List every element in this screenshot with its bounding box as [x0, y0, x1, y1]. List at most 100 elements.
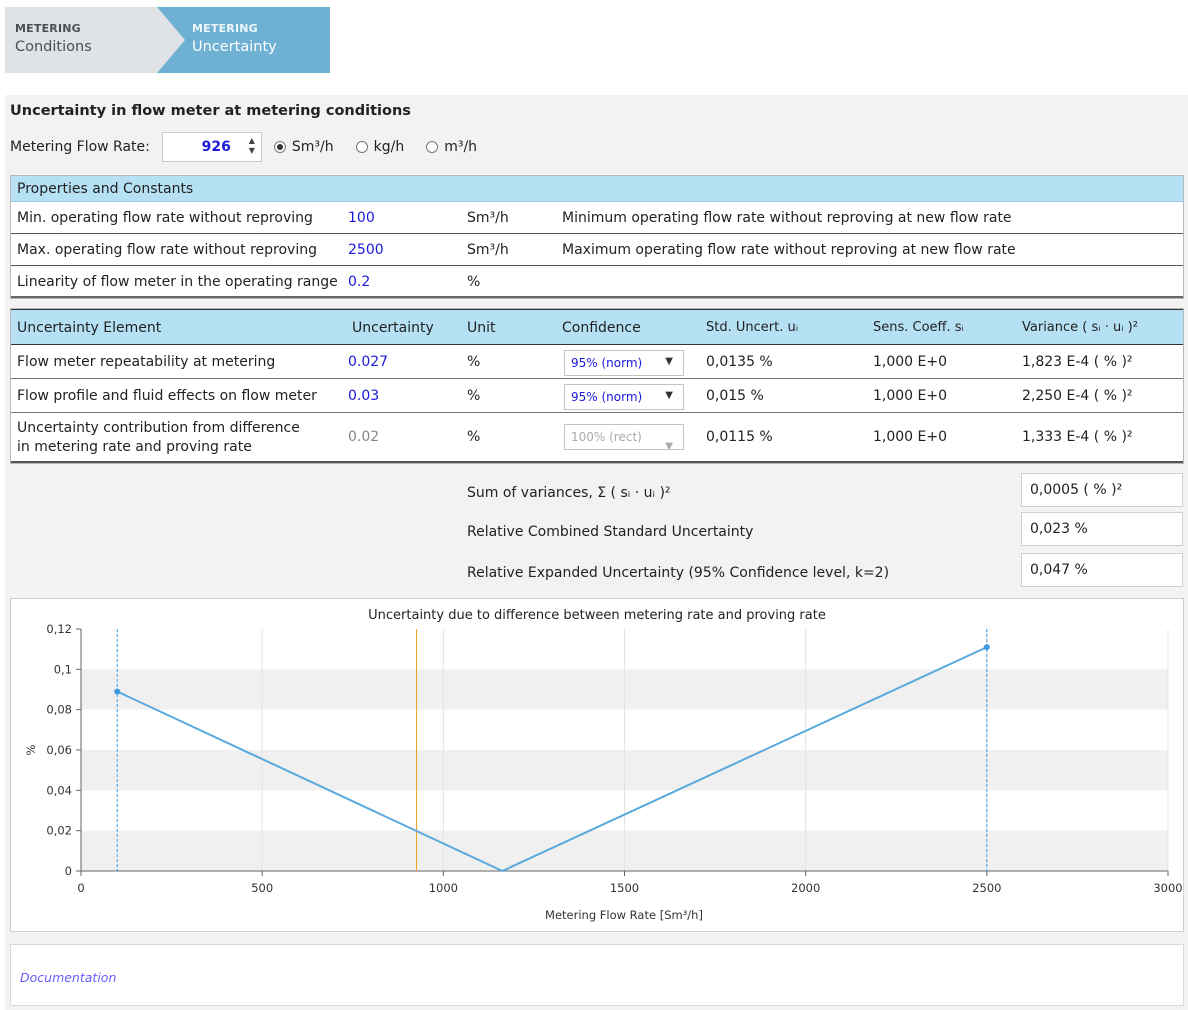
- property-name: Linearity of flow meter in the operating…: [17, 274, 338, 290]
- main-panel: Uncertainty in flow meter at metering co…: [5, 95, 1188, 1010]
- uncertainty-table: Uncertainty Element Uncertainty Unit Con…: [10, 308, 1184, 464]
- chevron-down-icon[interactable]: ▼: [665, 356, 673, 367]
- uncertainty-value-input[interactable]: 0.03: [348, 388, 379, 404]
- radio-icon[interactable]: [355, 141, 368, 153]
- unit-label: Sm³/h: [291, 139, 334, 155]
- x-tick-label: 2500: [972, 881, 1001, 895]
- unit: %: [467, 429, 481, 445]
- unit-radio-sm3h[interactable]: Sm³/h: [273, 139, 334, 155]
- variance: 1,823 E-4 ( % )²: [1022, 354, 1133, 370]
- documentation-box: Documentation: [10, 944, 1184, 1006]
- x-tick-label: 500: [251, 881, 273, 895]
- y-tick-label: 0,1: [54, 662, 72, 676]
- uncertainty-chart: 0 0,02 0,04 0,06 0,08 0,1 0,12 0 500 1000 1500 2000…: [10, 598, 1184, 932]
- confidence-value: 95% (norm): [571, 356, 643, 370]
- breadcrumb-metering-conditions[interactable]: METERING Conditions: [5, 7, 185, 73]
- y-tick-label: 0,08: [46, 703, 72, 717]
- x-tick-label: 3000: [1153, 881, 1182, 895]
- property-value-input[interactable]: 0.2: [348, 274, 370, 290]
- std-uncert: 0,015 %: [706, 388, 764, 404]
- flow-rate-row: Metering Flow Rate: 926 ▲ ▼ Sm³/h kg/h m³…: [10, 131, 487, 163]
- chart-title: Uncertainty due to difference between me…: [368, 608, 826, 623]
- property-description: Minimum operating flow rate without repr…: [562, 210, 1012, 226]
- element-name: Uncertainty contribution from difference…: [17, 419, 300, 457]
- x-tick-label: 0: [77, 881, 84, 895]
- combined-uncertainty-value: 0,023 %: [1021, 512, 1183, 546]
- property-value-input[interactable]: 2500: [348, 242, 384, 258]
- y-tick-label: 0: [65, 864, 72, 878]
- data-point: [983, 644, 990, 651]
- std-uncert: 0,0115 %: [706, 429, 773, 445]
- unit-label: kg/h: [373, 139, 405, 155]
- spinner-arrows-icon[interactable]: ▲ ▼: [249, 136, 255, 156]
- confidence-select-disabled: 100% (rect) ▼: [564, 424, 684, 452]
- sens-coeff: 1,000 E+0: [873, 388, 948, 404]
- chevron-down-icon[interactable]: ▼: [665, 390, 673, 401]
- col-uncertainty: Uncertainty: [352, 320, 434, 336]
- uncertainty-table-header: Uncertainty Element Uncertainty Unit Con…: [11, 309, 1183, 345]
- table-row: Flow profile and fluid effects on flow m…: [11, 379, 1183, 413]
- sum-variances-value: 0,0005 ( % )²: [1021, 473, 1183, 507]
- element-name-line1: Uncertainty contribution from difference: [17, 420, 300, 436]
- property-name: Min. operating flow rate without reprovi…: [17, 210, 313, 226]
- sum-variances-label: Sum of variances, Σ ( sᵢ · uᵢ )²: [467, 485, 671, 501]
- documentation-link[interactable]: Documentation: [20, 970, 116, 985]
- element-name: Flow profile and fluid effects on flow m…: [17, 388, 317, 404]
- table-row: Min. operating flow rate without reprovi…: [11, 202, 1183, 234]
- breadcrumb-step-label: Uncertainty: [192, 39, 277, 55]
- y-axis-label: %: [24, 744, 38, 755]
- confidence-select[interactable]: 95% (norm) ▼: [564, 384, 684, 410]
- element-name: Flow meter repeatability at metering: [17, 354, 276, 370]
- element-name-line2: in metering rate and proving rate: [17, 439, 252, 455]
- unit-radio-kgh[interactable]: kg/h: [355, 139, 405, 155]
- col-unit: Unit: [467, 320, 496, 336]
- section-title: Uncertainty in flow meter at metering co…: [10, 103, 411, 119]
- table-row: Flow meter repeatability at metering 0.0…: [11, 345, 1183, 379]
- properties-header: Properties and Constants: [11, 176, 1183, 202]
- std-uncert: 0,0135 %: [706, 354, 773, 370]
- table-row: Max. operating flow rate without reprovi…: [11, 234, 1183, 266]
- property-name: Max. operating flow rate without reprovi…: [17, 242, 317, 258]
- breadcrumb-section-label: METERING: [192, 22, 258, 35]
- properties-table: Properties and Constants Min. operating …: [10, 175, 1184, 299]
- combined-uncertainty-label: Relative Combined Standard Uncertainty: [467, 524, 754, 540]
- breadcrumb-step-label: Conditions: [15, 39, 92, 55]
- col-variance: Variance ( sᵢ · uᵢ )²: [1022, 320, 1138, 335]
- breadcrumb: METERING Conditions METERING Uncertainty: [5, 7, 330, 73]
- unit-label: m³/h: [444, 139, 478, 155]
- x-axis-label: Metering Flow Rate [Sm³/h]: [545, 908, 703, 922]
- y-tick-label: 0,12: [46, 622, 72, 636]
- x-tick-label: 2000: [791, 881, 820, 895]
- radio-selected-icon[interactable]: [273, 141, 286, 153]
- unit: %: [467, 354, 481, 370]
- table-row: Uncertainty contribution from difference…: [11, 413, 1183, 463]
- y-tick-label: 0,04: [46, 783, 72, 797]
- flow-rate-spinner[interactable]: 926 ▲ ▼: [161, 132, 262, 162]
- col-sens-coeff: Sens. Coeff. sᵢ: [873, 320, 964, 335]
- property-description: Maximum operating flow rate without repr…: [562, 242, 1016, 258]
- confidence-select[interactable]: 95% (norm) ▼: [564, 350, 684, 376]
- sens-coeff: 1,000 E+0: [873, 429, 948, 445]
- expanded-uncertainty-value: 0,047 %: [1021, 553, 1183, 587]
- x-tick-label: 1500: [610, 881, 639, 895]
- flow-rate-value[interactable]: 926: [202, 139, 231, 155]
- col-element: Uncertainty Element: [17, 320, 162, 336]
- radio-icon[interactable]: [426, 141, 439, 153]
- property-unit: Sm³/h: [467, 210, 509, 226]
- x-tick-label: 1000: [429, 881, 458, 895]
- confidence-value: 100% (rect): [571, 430, 642, 444]
- data-point: [114, 688, 121, 695]
- property-unit: Sm³/h: [467, 242, 509, 258]
- variance: 2,250 E-4 ( % )²: [1022, 388, 1133, 404]
- y-tick-label: 0,06: [46, 743, 72, 757]
- unit-radio-m3h[interactable]: m³/h: [426, 139, 477, 155]
- col-confidence: Confidence: [562, 320, 641, 336]
- chart-canvas: 0 0,02 0,04 0,06 0,08 0,1 0,12 0 500 1000 1500 2000…: [24, 608, 1183, 922]
- sens-coeff: 1,000 E+0: [873, 354, 948, 370]
- property-value-input[interactable]: 100: [348, 210, 375, 226]
- uncertainty-value: 0.02: [348, 429, 380, 445]
- confidence-value: 95% (norm): [571, 390, 643, 404]
- y-tick-label: 0,02: [46, 824, 72, 838]
- property-unit: %: [467, 274, 481, 290]
- uncertainty-value-input[interactable]: 0.027: [348, 354, 388, 370]
